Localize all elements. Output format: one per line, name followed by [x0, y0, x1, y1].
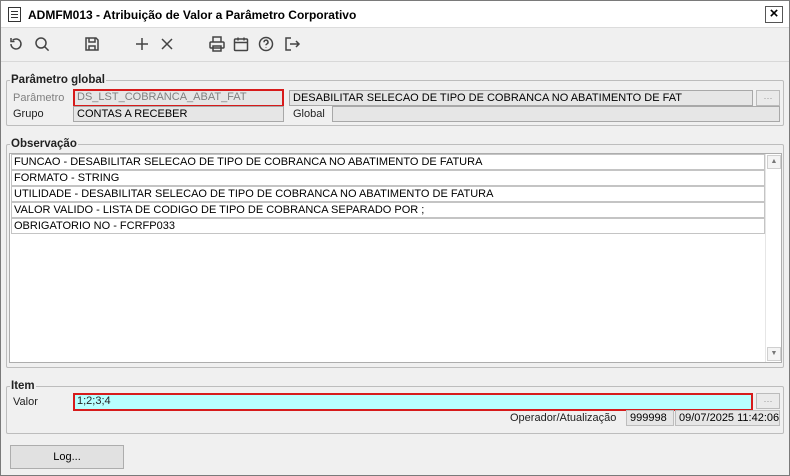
valor-label: Valor	[13, 396, 38, 408]
global-label: Global	[293, 108, 325, 120]
operador-atualizacao-label: Operador/Atualização	[510, 412, 617, 424]
toolbar	[1, 29, 789, 61]
application-window: ADMFM013 - Atribuição de Valor a Parâmet…	[0, 0, 790, 476]
observacao-scrollbar[interactable]: ▲ ▼	[765, 154, 781, 362]
valor-input[interactable]: 1;2;3;4	[73, 393, 753, 411]
exit-icon[interactable]	[281, 33, 303, 55]
window-title: ADMFM013 - Atribuição de Valor a Parâmet…	[28, 8, 357, 22]
scroll-down-icon[interactable]: ▼	[767, 347, 781, 361]
scroll-up-icon[interactable]: ▲	[767, 155, 781, 169]
undo-icon[interactable]	[5, 33, 27, 55]
close-button[interactable]: ×	[765, 6, 783, 23]
grupo-field: CONTAS A RECEBER	[73, 106, 284, 122]
grupo-label: Grupo	[13, 108, 44, 120]
global-field	[332, 106, 780, 122]
observacao-line: FUNCAO - DESABILITAR SELECAO DE TIPO DE …	[11, 154, 765, 170]
observacao-memo[interactable]: FUNCAO - DESABILITAR SELECAO DE TIPO DE …	[9, 153, 782, 363]
observacao-line: VALOR VALIDO - LISTA DE CODIGO DE TIPO D…	[11, 202, 765, 218]
delete-icon[interactable]	[156, 33, 178, 55]
parametro-label: Parâmetro	[13, 92, 65, 104]
search-icon[interactable]	[31, 33, 53, 55]
calendar-icon[interactable]	[230, 33, 252, 55]
item-legend: Item	[10, 380, 36, 392]
parametro-global-legend: Parâmetro global	[10, 74, 106, 86]
operador-value: 999998	[626, 410, 674, 426]
valor-lookup-button[interactable]: ⋯	[756, 393, 780, 409]
observacao-line: OBRIGATORIO NO - FCRFP033	[11, 218, 765, 234]
observacao-legend: Observação	[10, 138, 78, 150]
document-icon	[8, 7, 21, 22]
add-icon[interactable]	[131, 33, 153, 55]
title-bar: ADMFM013 - Atribuição de Valor a Parâmet…	[1, 1, 789, 28]
observacao-line: UTILIDADE - DESABILITAR SELECAO DE TIPO …	[11, 186, 765, 202]
observacao-line: FORMATO - STRING	[11, 170, 765, 186]
log-button[interactable]: Log...	[10, 445, 124, 469]
parametro-lookup-button[interactable]: ⋯	[756, 90, 780, 106]
atualizacao-value: 09/07/2025 11:42:06	[675, 410, 780, 426]
parametro-field[interactable]: DS_LST_COBRANCA_ABAT_FAT	[73, 89, 284, 107]
parametro-description-field: DESABILITAR SELECAO DE TIPO DE COBRANCA …	[289, 90, 753, 106]
save-icon[interactable]	[81, 33, 103, 55]
help-icon[interactable]	[255, 33, 277, 55]
print-icon[interactable]	[206, 33, 228, 55]
toolbar-divider	[1, 61, 789, 62]
